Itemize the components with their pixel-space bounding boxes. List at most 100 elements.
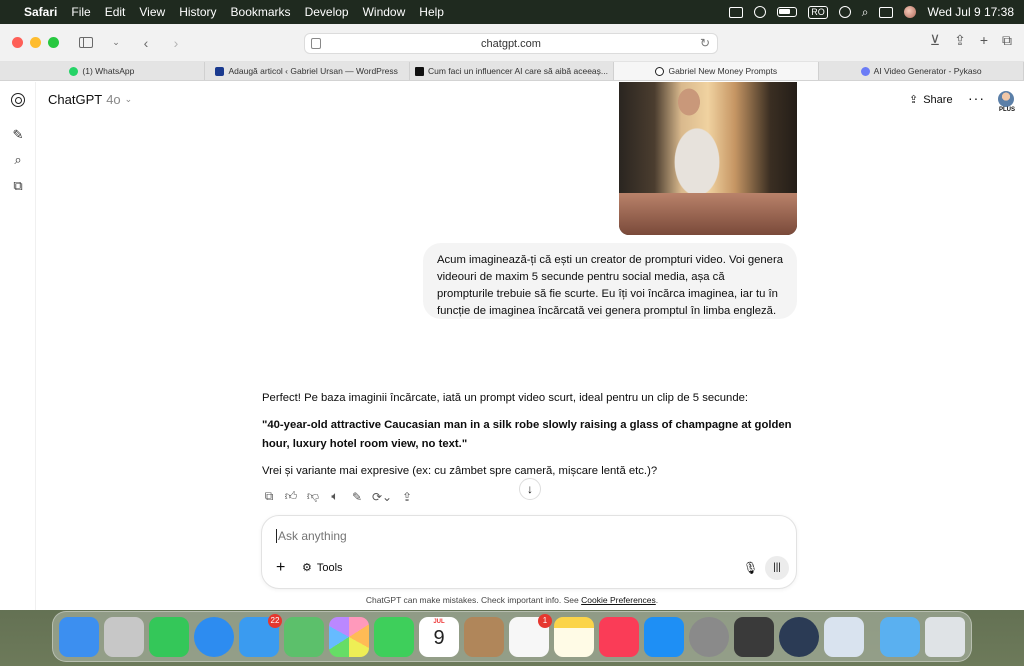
edit-canvas-icon[interactable]: ✎ [350, 490, 364, 504]
safari-icon[interactable] [194, 616, 234, 657]
calendar-month: JUL [433, 618, 445, 625]
tab-label: (1) WhatsApp [82, 66, 135, 76]
chatgpt-icon [655, 66, 665, 76]
disclaimer-end: . [655, 595, 659, 605]
more-options-icon[interactable]: ··· [968, 90, 985, 106]
reload-icon[interactable]: ↻ [700, 36, 710, 50]
microphone-icon[interactable]: 🎙︎ [743, 561, 758, 575]
plan-badge: PLUS [999, 107, 1016, 113]
back-button[interactable]: ‹ [137, 35, 155, 51]
downloads-icon[interactable]: ⊻ [930, 32, 940, 49]
share-message-icon[interactable]: ⇪ [400, 490, 414, 504]
scroll-down-button[interactable]: ↓ [519, 478, 541, 500]
menu-view[interactable]: View [139, 5, 165, 19]
downloads-folder-icon[interactable] [880, 616, 920, 657]
finder-icon[interactable] [59, 616, 99, 657]
share-page-icon[interactable]: ⇪ [954, 32, 966, 49]
menu-window[interactable]: Window [363, 5, 406, 19]
play-icon[interactable] [754, 6, 767, 18]
control-center-icon[interactable] [879, 6, 894, 18]
composer: + ⚙︎ Tools 🎙︎ ||| [261, 515, 797, 589]
screen-mirroring-icon[interactable] [729, 6, 744, 18]
url-text: chatgpt.com [481, 37, 541, 50]
battery-icon[interactable] [777, 7, 798, 17]
notes-icon[interactable] [554, 616, 594, 657]
tools-button[interactable]: ⚙︎ Tools [302, 561, 343, 575]
system-settings-icon[interactable] [689, 616, 729, 657]
menu-bookmarks[interactable]: Bookmarks [231, 5, 291, 19]
link-icon[interactable] [838, 6, 851, 18]
cookie-preferences-link[interactable]: Cookie Preferences [581, 595, 656, 605]
menu-bar: Safari File Edit View History Bookmarks … [0, 0, 1024, 24]
tools-label: Tools [316, 561, 343, 574]
trash-icon[interactable] [925, 616, 965, 657]
tab-influencer-article[interactable]: Cum faci un influencer AI care să aibă a… [410, 62, 615, 80]
tab-overview-icon[interactable]: ⧉ [1002, 32, 1012, 49]
voice-mode-button[interactable]: ||| [765, 556, 789, 580]
wordpress-icon [215, 66, 225, 76]
reminders-icon[interactable]: 1 [509, 613, 552, 657]
tab-pykaso[interactable]: AI Video Generator - Pykaso [819, 62, 1024, 80]
dock: 22 JUL 9 1 [52, 611, 972, 662]
prompt-input[interactable] [276, 529, 716, 543]
share-button[interactable]: ⇪ Share [909, 93, 953, 107]
chevron-down-icon[interactable]: ⌄ [107, 37, 125, 48]
zoom-window-button[interactable] [48, 37, 59, 48]
app-store-icon[interactable] [644, 616, 684, 657]
copy-icon[interactable]: ⧉ [262, 489, 276, 504]
sidebar-toggle-button[interactable] [77, 35, 95, 51]
menu-develop[interactable]: Develop [305, 5, 349, 19]
window-controls [12, 37, 59, 48]
read-aloud-icon[interactable]: 🔈︎ [328, 489, 342, 504]
new-tab-icon[interactable]: + [980, 32, 988, 49]
menu-history[interactable]: History [179, 5, 216, 19]
input-source-badge[interactable]: RO [808, 5, 828, 19]
model-selector[interactable]: ChatGPT 4o ⌄ [48, 92, 132, 107]
music-icon[interactable] [599, 616, 639, 657]
tab-label: AI Video Generator - Pykaso [873, 66, 982, 76]
close-window-button[interactable] [12, 37, 23, 48]
page-settings-icon[interactable] [311, 38, 321, 49]
regenerate-icon[interactable]: ⟳⌄ [372, 490, 392, 504]
calendar-icon[interactable]: JUL 9 [419, 616, 459, 657]
tab-wordpress[interactable]: Adaugă articol ‹ Gabriel Ursan — WordPre… [205, 62, 410, 80]
address-bar[interactable]: chatgpt.com ↻ [304, 33, 718, 54]
preview-icon[interactable] [824, 616, 864, 657]
menu-help[interactable]: Help [419, 5, 444, 19]
thumbs-up-icon[interactable]: 👍︎ [284, 489, 298, 504]
tab-chatgpt[interactable]: Gabriel New Money Prompts [614, 62, 820, 80]
menu-clock[interactable]: Wed Jul 9 17:38 [927, 5, 1014, 19]
maps-icon[interactable] [284, 616, 324, 657]
quicktime-icon[interactable] [779, 616, 819, 657]
new-chat-icon[interactable]: ✎ [11, 128, 25, 142]
add-attachment-button[interactable]: + [276, 559, 285, 577]
photos-icon[interactable] [329, 616, 369, 657]
calculator-icon[interactable] [734, 616, 774, 657]
whatsapp-icon [69, 66, 79, 76]
tab-bar: (1) WhatsApp Adaugă articol ‹ Gabriel Ur… [0, 62, 1024, 81]
mail-icon[interactable]: 22 [239, 613, 282, 657]
search-icon[interactable]: ⌕ [862, 5, 869, 20]
thumbs-down-icon[interactable]: 👎︎ [306, 489, 320, 504]
contacts-icon[interactable] [464, 616, 504, 657]
uploaded-image[interactable] [619, 82, 797, 235]
library-icon[interactable]: ⧉ [11, 179, 25, 193]
avatar[interactable] [998, 91, 1014, 107]
search-chats-icon[interactable]: ⌕ [11, 153, 25, 167]
menu-file[interactable]: File [71, 5, 90, 19]
tab-whatsapp[interactable]: (1) WhatsApp [0, 62, 205, 80]
facetime-icon[interactable] [374, 616, 414, 657]
messages-icon[interactable] [149, 616, 189, 657]
forward-button[interactable]: › [167, 35, 185, 51]
disclaimer-text: ChatGPT can make mistakes. Check importa… [365, 595, 582, 605]
sliders-icon: ⚙︎ [302, 562, 312, 574]
openai-logo-icon[interactable] [11, 93, 25, 107]
minimize-window-button[interactable] [30, 37, 41, 48]
model-name: 4o [106, 92, 121, 107]
menu-app-name[interactable]: Safari [24, 5, 57, 19]
disclaimer: ChatGPT can make mistakes. Check importa… [0, 595, 1024, 605]
user-avatar-icon[interactable] [904, 6, 917, 18]
menu-edit[interactable]: Edit [105, 5, 126, 19]
mail-badge: 22 [268, 613, 282, 628]
launchpad-icon[interactable] [104, 616, 144, 657]
